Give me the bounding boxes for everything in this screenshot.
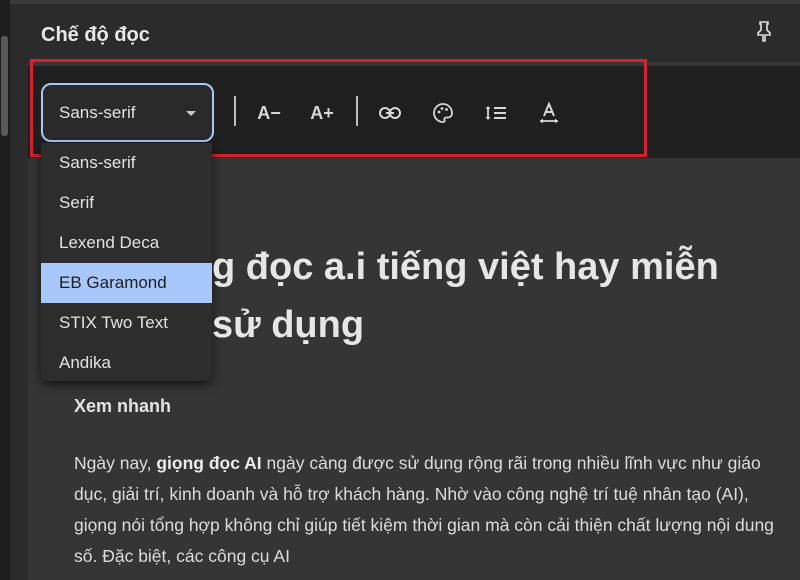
scrollbar-thumb[interactable] — [1, 36, 8, 136]
font-option-stix-two-text[interactable]: STIX Two Text — [41, 303, 212, 343]
decrease-font-button[interactable]: A− — [253, 97, 285, 129]
font-select-value: Sans-serif — [59, 102, 136, 122]
article-paragraph: Ngày nay, giọng đọc AI ngày càng được sử… — [74, 448, 790, 572]
line-spacing-icon — [485, 106, 506, 120]
font-option-sans-serif[interactable]: Sans-serif — [41, 143, 212, 183]
left-scrollbar[interactable] — [0, 0, 10, 580]
article-title-line-1: g đọc a.i tiếng việt hay miễn — [212, 246, 719, 288]
paragraph-start: Ngày nay, — [74, 453, 157, 473]
increase-font-button[interactable]: A+ — [306, 97, 338, 129]
link-icon — [379, 107, 401, 119]
font-family-select[interactable]: Sans-serif — [41, 83, 214, 142]
font-option-eb-garamond[interactable]: EB Garamond — [41, 263, 212, 303]
letter-spacing-icon — [540, 101, 558, 124]
font-option-lexend-deca[interactable]: Lexend Deca — [41, 223, 212, 263]
palette-icon — [433, 103, 453, 123]
font-option-serif[interactable]: Serif — [41, 183, 212, 223]
section-subheading: Xem nhanh — [74, 396, 172, 416]
pin-icon — [757, 21, 771, 42]
panel-header: Chế độ đọc — [10, 4, 800, 62]
font-option-andika[interactable]: Andika — [41, 343, 212, 381]
letter-spacing-button[interactable] — [533, 97, 565, 129]
line-spacing-button[interactable] — [480, 97, 512, 129]
color-theme-button[interactable] — [427, 97, 459, 129]
increase-font-label: A+ — [310, 102, 334, 123]
article-title-line-2: sử dụng — [212, 304, 365, 346]
chevron-down-icon — [186, 111, 196, 116]
toolbar-divider — [356, 96, 358, 126]
pin-button[interactable] — [752, 18, 776, 44]
font-dropdown-menu: Sans-serif Serif Lexend Deca EB Garamond… — [41, 143, 212, 381]
paragraph-bold-term: giọng đọc AI — [156, 453, 262, 473]
decrease-font-label: A− — [257, 102, 281, 123]
toolbar-divider — [234, 96, 236, 126]
link-button[interactable] — [374, 97, 406, 129]
panel-title: Chế độ đọc — [41, 24, 150, 46]
